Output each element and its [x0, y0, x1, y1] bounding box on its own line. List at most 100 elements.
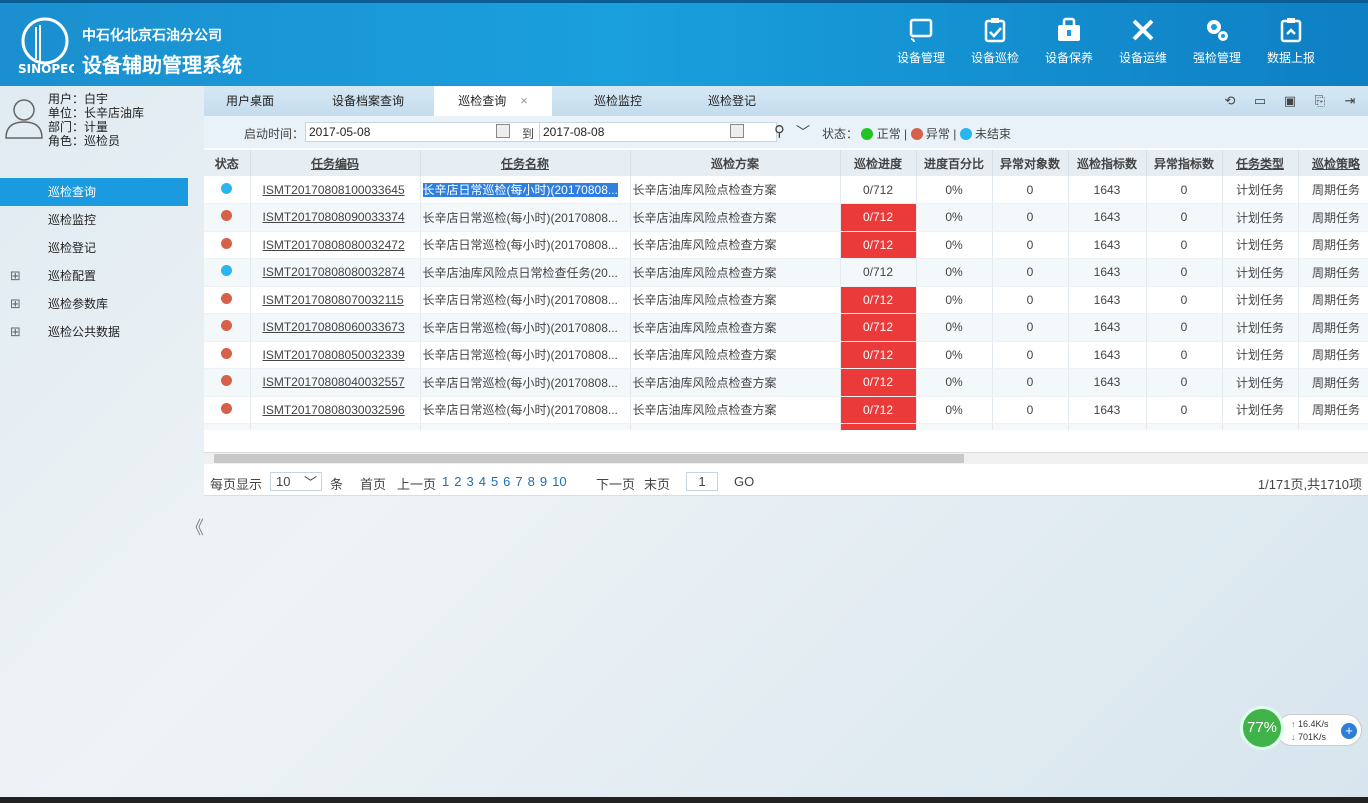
prev-page-link[interactable]: 上一页: [397, 474, 436, 493]
folder-icon[interactable]: ▭: [1252, 93, 1268, 109]
nav-device-management[interactable]: 设备管理: [884, 17, 958, 66]
calendar-icon[interactable]: [496, 124, 510, 138]
sidebar-item-inspection-query[interactable]: 巡检查询: [0, 178, 188, 206]
task-code-link[interactable]: ISMT20170808050032339: [250, 341, 421, 369]
sidebar-item-inspection-monitor[interactable]: 巡检监控: [0, 206, 188, 234]
task-code-link[interactable]: ISMT20170808060033673: [250, 313, 421, 342]
goto-page-input[interactable]: 1: [686, 472, 718, 491]
table-row[interactable]: ISMT20170808020032496长辛店日常巡检(每小时)(201708…: [204, 423, 1368, 430]
page-number-link[interactable]: 2: [454, 474, 461, 489]
status-cell: [204, 341, 251, 369]
task-code-link[interactable]: ISMT20170808040032557: [250, 368, 421, 397]
nav-device-maintenance[interactable]: 设备保养: [1032, 17, 1106, 66]
task-code-link[interactable]: ISMT20170808090033374: [250, 203, 421, 232]
task-code-link[interactable]: ISMT20170808020032496: [250, 423, 421, 430]
table-row[interactable]: ISMT20170808030032596 长辛店日常巡检(每小时)(201708…: [204, 396, 1368, 424]
abnormal-label[interactable]: 异常: [926, 127, 950, 141]
page-number-link[interactable]: 5: [491, 474, 498, 489]
sidebar-item-inspection-register[interactable]: 巡检登记: [0, 234, 188, 262]
page-number-link[interactable]: 4: [479, 474, 486, 489]
first-page-link[interactable]: 首页: [360, 474, 386, 493]
table-body: ISMT20170808100033645 长辛店日常巡检(每小时)(201708…: [204, 176, 1368, 430]
task-code-link[interactable]: ISMT20170808080032874: [250, 258, 421, 287]
table-row[interactable]: ISMT20170808080032472 长辛店日常巡检(每小时)(201708…: [204, 231, 1368, 259]
nav-data-report[interactable]: 数据上报: [1254, 17, 1328, 66]
tab-device-archive[interactable]: 设备档案查询: [308, 86, 428, 116]
progress-percent: 0%: [916, 423, 993, 430]
abnormal-object-count: 0: [992, 176, 1069, 204]
task-code-link[interactable]: ISMT20170808100033645: [250, 176, 421, 204]
abnormal-object-count: 0: [992, 313, 1069, 342]
system-title: 设备辅助管理系统: [82, 55, 242, 77]
nav-device-inspection[interactable]: 设备巡检: [958, 17, 1032, 66]
abnormal-object-count: 0: [992, 231, 1069, 259]
abnormal-indicator-count: 0: [1146, 368, 1223, 397]
scrollbar-thumb[interactable]: [214, 454, 964, 463]
page-number-link[interactable]: 7: [515, 474, 522, 489]
column-header[interactable]: 任务类型: [1222, 150, 1299, 176]
page-number-link[interactable]: 10: [552, 474, 566, 489]
export-icon[interactable]: ⎘: [1312, 93, 1328, 109]
nav-label: 设备运维: [1118, 51, 1167, 65]
plus-icon[interactable]: +: [1341, 723, 1357, 739]
table-row[interactable]: ISMT20170808080032874 长辛店油库风险点日常检查任务(20..…: [204, 258, 1368, 287]
close-icon[interactable]: ×: [520, 93, 528, 108]
search-icon[interactable]: ⚲: [774, 122, 785, 140]
side-menu: 巡检查询 巡检监控 巡检登记 ⊞ 巡检配置 ⊞ 巡检参数库 ⊞ 巡检公共数据: [0, 178, 188, 346]
unfinished-label[interactable]: 未结束: [975, 127, 1011, 141]
nav-mandatory-inspection[interactable]: 强检管理: [1180, 17, 1254, 66]
page-number-link[interactable]: 1: [442, 474, 449, 489]
tab-inspection-register[interactable]: 巡检登记: [672, 86, 792, 116]
refresh-icon[interactable]: ⟲: [1222, 93, 1238, 109]
table-row[interactable]: ISMT20170808070032115 长辛店日常巡检(每小时)(201708…: [204, 286, 1368, 314]
tab-inspection-query[interactable]: 巡检查询 ×: [434, 86, 552, 116]
calendar-icon[interactable]: [730, 124, 744, 138]
page-number-link[interactable]: 6: [503, 474, 510, 489]
page-number-link[interactable]: 8: [528, 474, 535, 489]
table-row[interactable]: ISMT20170808040032557 长辛店日常巡检(每小时)(201708…: [204, 368, 1368, 397]
tab-user-desktop[interactable]: 用户桌面: [204, 86, 296, 116]
page-number-link[interactable]: 3: [466, 474, 473, 489]
horizontal-scrollbar[interactable]: [204, 452, 1368, 464]
next-page-link[interactable]: 下一页: [596, 474, 635, 493]
nav-device-operation[interactable]: 设备运维: [1106, 17, 1180, 66]
sidebar-item-param-library[interactable]: ⊞ 巡检参数库: [0, 290, 188, 318]
expand-icon[interactable]: ⊞: [10, 262, 21, 290]
column-header[interactable]: 任务编码: [250, 150, 421, 176]
chevron-down-icon[interactable]: ﹀: [796, 122, 810, 142]
network-speed-widget[interactable]: ↑ 16.4K/s ↓ 701K/s + 77%: [1240, 706, 1364, 750]
tab-inspection-monitor[interactable]: 巡检监控: [558, 86, 678, 116]
sidebar-item-inspection-config[interactable]: ⊞ 巡检配置: [0, 262, 188, 290]
progress-percent: 0%: [916, 313, 993, 342]
logout-icon[interactable]: ⇥: [1342, 93, 1358, 109]
per-page-select[interactable]: 10 ﹀: [270, 472, 322, 491]
column-header[interactable]: 巡检策略: [1298, 150, 1368, 176]
task-type: 计划任务: [1222, 341, 1299, 369]
task-code-link[interactable]: ISMT20170808080032472: [250, 231, 421, 259]
tab-label: 设备档案查询: [331, 94, 404, 108]
table-row[interactable]: ISMT20170808050032339 长辛店日常巡检(每小时)(201708…: [204, 341, 1368, 369]
normal-label[interactable]: 正常: [877, 127, 901, 141]
column-header[interactable]: 任务名称: [420, 150, 631, 176]
table-row[interactable]: ISMT20170808060033673 长辛店日常巡检(每小时)(201708…: [204, 313, 1368, 342]
top-nav: 设备管理 设备巡检 设备保养 设备运维 强检管理 数据上报: [884, 17, 1328, 66]
user-info: 用户：白宇 单位：长辛店油库 部门：计量 角色：巡检员: [0, 92, 204, 152]
status-dot-icon: [221, 402, 233, 414]
task-code-link[interactable]: ISMT20170808030032596: [250, 396, 421, 424]
sidebar-item-public-data[interactable]: ⊞ 巡检公共数据: [0, 318, 188, 346]
task-code-link[interactable]: ISMT20170808070032115: [250, 286, 421, 314]
table-row[interactable]: ISMT20170808090033374 长辛店日常巡检(每小时)(201708…: [204, 203, 1368, 232]
task-name: 长辛店日常巡检(每小时)(20170808...: [420, 396, 631, 424]
last-page-link[interactable]: 末页: [644, 474, 670, 493]
column-header: 进度百分比: [916, 150, 993, 176]
contact-icon[interactable]: ▣: [1282, 93, 1298, 109]
page-number-link[interactable]: 9: [540, 474, 547, 489]
memory-percent[interactable]: 77%: [1240, 706, 1284, 750]
collapse-sidebar-icon[interactable]: 《: [186, 514, 204, 540]
task-type: 计划任务: [1222, 423, 1299, 430]
expand-icon[interactable]: ⊞: [10, 290, 21, 318]
table-row[interactable]: ISMT20170808100033645 长辛店日常巡检(每小时)(201708…: [204, 176, 1368, 204]
inspection-policy: 周期任务: [1298, 368, 1368, 397]
expand-icon[interactable]: ⊞: [10, 318, 21, 346]
go-button[interactable]: GO: [734, 474, 754, 489]
